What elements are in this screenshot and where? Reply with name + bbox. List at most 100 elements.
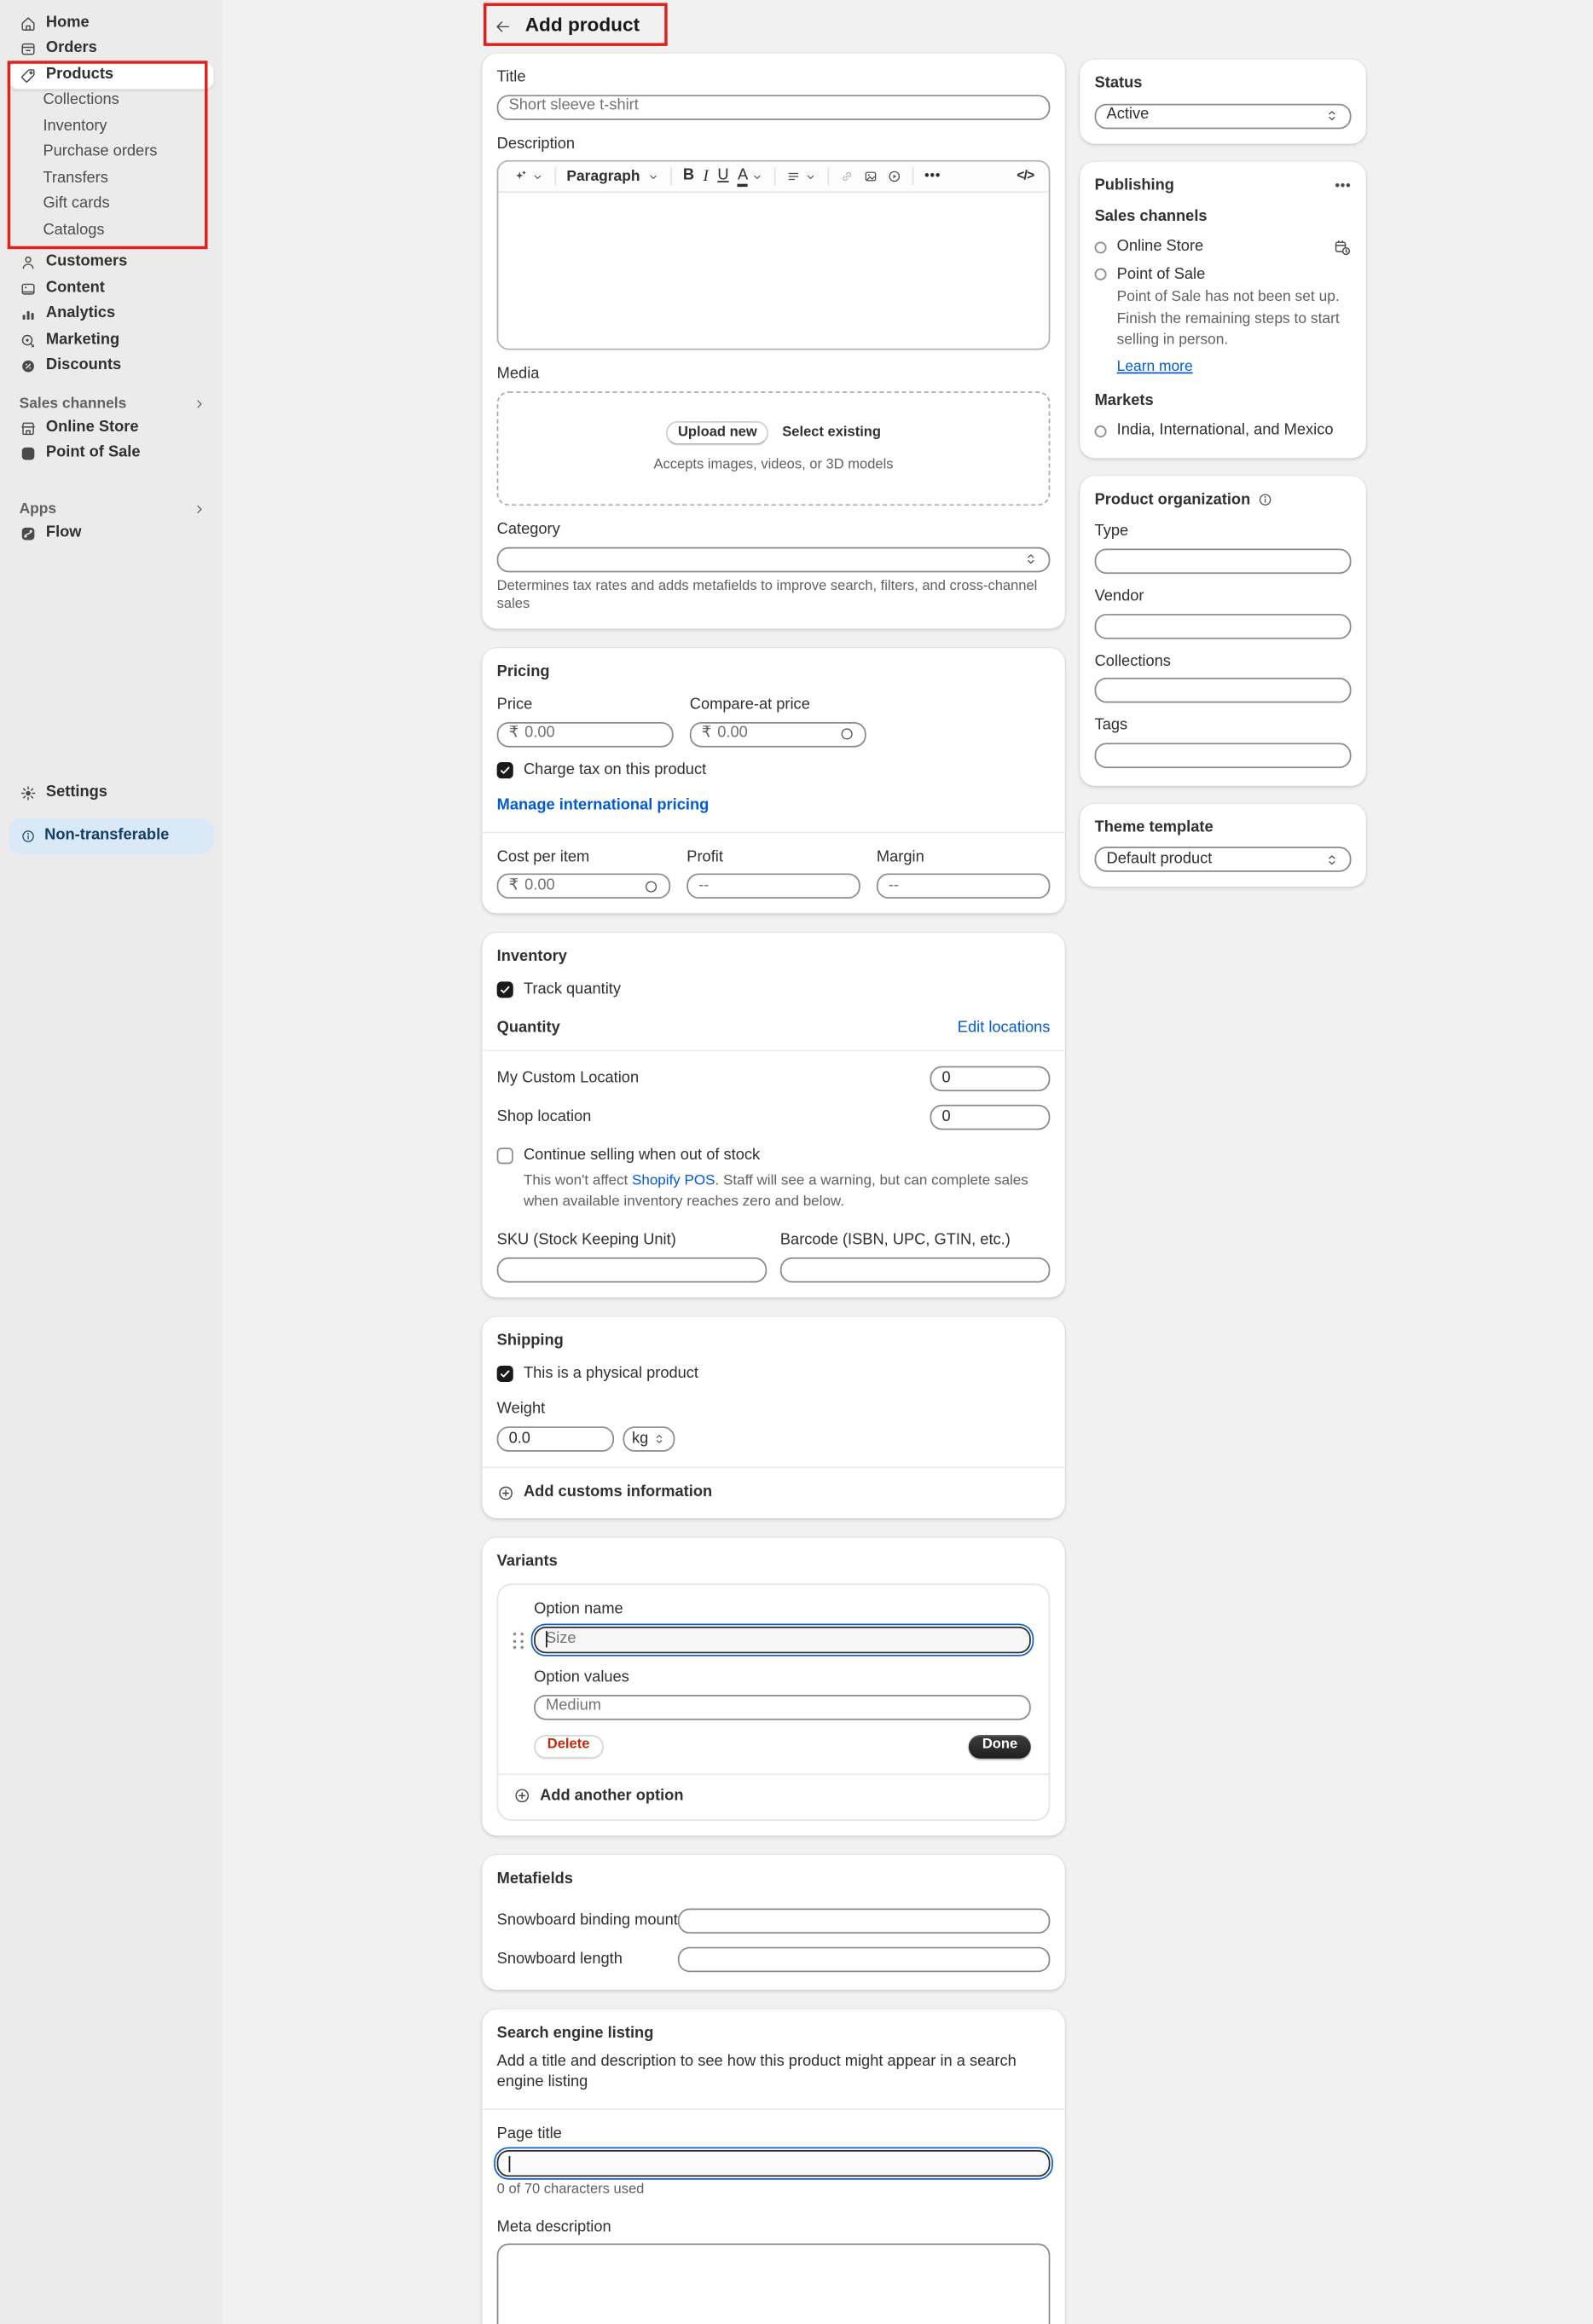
page-title-input[interactable] [497,2151,1051,2177]
edit-locations-link[interactable]: Edit locations [958,1018,1051,1038]
metafield-input-binding-mount[interactable] [678,1908,1051,1934]
option-value-input-field[interactable] [546,1697,1019,1717]
sidebar-item-transfers[interactable]: Transfers [9,166,213,192]
sidebar-item-products[interactable]: Products [9,62,213,88]
bold-button[interactable]: B [679,167,699,188]
sidebar-item-flow[interactable]: Flow [9,520,213,546]
text-color-button[interactable]: A [733,167,769,187]
category-select[interactable] [497,546,1051,572]
underline-button[interactable]: U [713,167,733,188]
collections-input-field[interactable] [1107,680,1340,701]
cost-per-item-input[interactable]: ₹ ? [497,874,670,899]
weight-input[interactable] [497,1426,614,1452]
quantity-input-field[interactable] [941,1107,1038,1128]
sidebar-item-discounts[interactable]: Discounts [9,354,213,379]
insert-link-button[interactable] [836,170,860,184]
shopify-pos-link[interactable]: Shopify POS [632,1173,715,1189]
cost-per-item-input-field[interactable] [524,876,638,897]
sidebar-item-inventory[interactable]: Inventory [9,114,213,140]
insert-video-button[interactable] [883,170,907,184]
weight-input-field[interactable] [509,1429,603,1449]
drag-handle-icon[interactable] [507,1633,528,1758]
learn-more-link[interactable]: Learn more [1117,357,1193,377]
physical-product-checkbox[interactable] [497,1365,513,1381]
paragraph-style-dropdown[interactable]: Paragraph [562,167,665,187]
magic-ai-button[interactable] [509,170,549,184]
italic-button[interactable]: I [698,166,713,188]
sidebar-item-customers[interactable]: Customers [9,250,213,275]
metafield-input-length[interactable] [678,1946,1051,1972]
sidebar-item-point-of-sale[interactable]: S Point of Sale [9,441,213,466]
more-formatting-button[interactable]: ••• [920,168,945,185]
option-name-input[interactable] [534,1627,1031,1653]
description-textarea[interactable] [498,194,1048,350]
continue-selling-checkbox[interactable] [497,1148,513,1165]
margin-input-field[interactable] [889,876,1039,897]
barcode-input[interactable] [780,1257,1051,1283]
quantity-input-shop-location[interactable] [930,1105,1051,1130]
page-title-input-field[interactable] [509,2153,1039,2174]
barcode-input-field[interactable] [792,1260,1039,1281]
insert-image-button[interactable] [860,170,883,184]
sidebar-item-orders[interactable]: Orders [9,37,213,62]
quantity-input-custom-location[interactable] [930,1067,1051,1092]
location-name: Shop location [497,1107,592,1128]
weight-label: Weight [497,1400,1051,1420]
compare-at-price-input[interactable]: ₹ ? [690,721,866,747]
delete-option-button[interactable]: Delete [534,1734,603,1758]
sidebar-item-gift-cards[interactable]: Gift cards [9,192,213,217]
vendor-input[interactable] [1095,613,1352,639]
type-input[interactable] [1095,548,1352,574]
sidebar-item-home[interactable]: Home [9,10,213,36]
sidebar-item-catalogs[interactable]: Catalogs [9,218,213,244]
title-input-field[interactable] [509,97,1039,118]
theme-template-select[interactable]: Default product [1095,847,1352,873]
sidebar-item-settings[interactable]: Settings [9,780,213,806]
add-customs-information-button[interactable]: Add customs information [497,1483,1051,1503]
margin-input[interactable] [877,874,1050,899]
sidebar-item-online-store[interactable]: Online Store [9,415,213,441]
manage-international-pricing-link[interactable]: Manage international pricing [497,796,710,817]
sidebar-item-content[interactable]: Content [9,276,213,302]
sku-input[interactable] [497,1257,768,1283]
metafield-input-field[interactable] [690,1911,1039,1931]
media-dropzone[interactable]: Upload new Select existing Accepts image… [497,391,1051,506]
charge-tax-checkbox[interactable] [497,761,513,778]
publishing-more-button[interactable]: ••• [1335,177,1351,194]
meta-description-textarea[interactable] [497,2244,1051,2324]
price-input[interactable]: ₹ [497,721,674,747]
schedule-calendar-icon[interactable] [1334,239,1352,257]
price-input-field[interactable] [524,724,662,744]
option-name-input-field[interactable] [546,1630,1019,1651]
weight-unit-select[interactable]: kg [623,1426,675,1452]
profit-input[interactable] [686,874,860,899]
title-input[interactable] [497,95,1051,120]
sidebar-group-sales-channels[interactable]: Sales channels [9,391,213,415]
tags-input[interactable] [1095,743,1352,768]
tags-input-field[interactable] [1107,745,1340,766]
upload-new-button[interactable]: Upload new [666,421,769,445]
option-value-input[interactable] [534,1694,1031,1720]
type-input-field[interactable] [1107,551,1340,571]
collections-input[interactable] [1095,678,1352,703]
sidebar-item-purchase-orders[interactable]: Purchase orders [9,140,213,165]
alignment-button[interactable] [782,170,822,184]
sidebar-group-apps[interactable]: Apps [9,497,213,521]
done-button[interactable]: Done [969,1734,1031,1758]
select-existing-button[interactable]: Select existing [782,425,881,442]
profit-input-field[interactable] [698,876,849,897]
vendor-input-field[interactable] [1107,616,1340,636]
sidebar-item-marketing[interactable]: Marketing [9,327,213,353]
sidebar-item-collections[interactable]: Collections [9,88,213,113]
back-arrow-icon[interactable] [494,17,512,35]
add-another-option-button[interactable]: Add another option [507,1774,1031,1807]
metafield-input-field[interactable] [690,1949,1039,1969]
status-select[interactable]: Active [1095,103,1352,129]
sku-input-field[interactable] [509,1260,756,1281]
sidebar-item-analytics[interactable]: Analytics [9,302,213,327]
code-view-button[interactable]: </> [1012,168,1038,185]
status-pill-non-transferable[interactable]: Non-transferable [9,818,213,853]
compare-at-price-input-field[interactable] [717,724,833,744]
quantity-input-field[interactable] [941,1069,1038,1090]
track-quantity-checkbox[interactable] [497,982,513,998]
